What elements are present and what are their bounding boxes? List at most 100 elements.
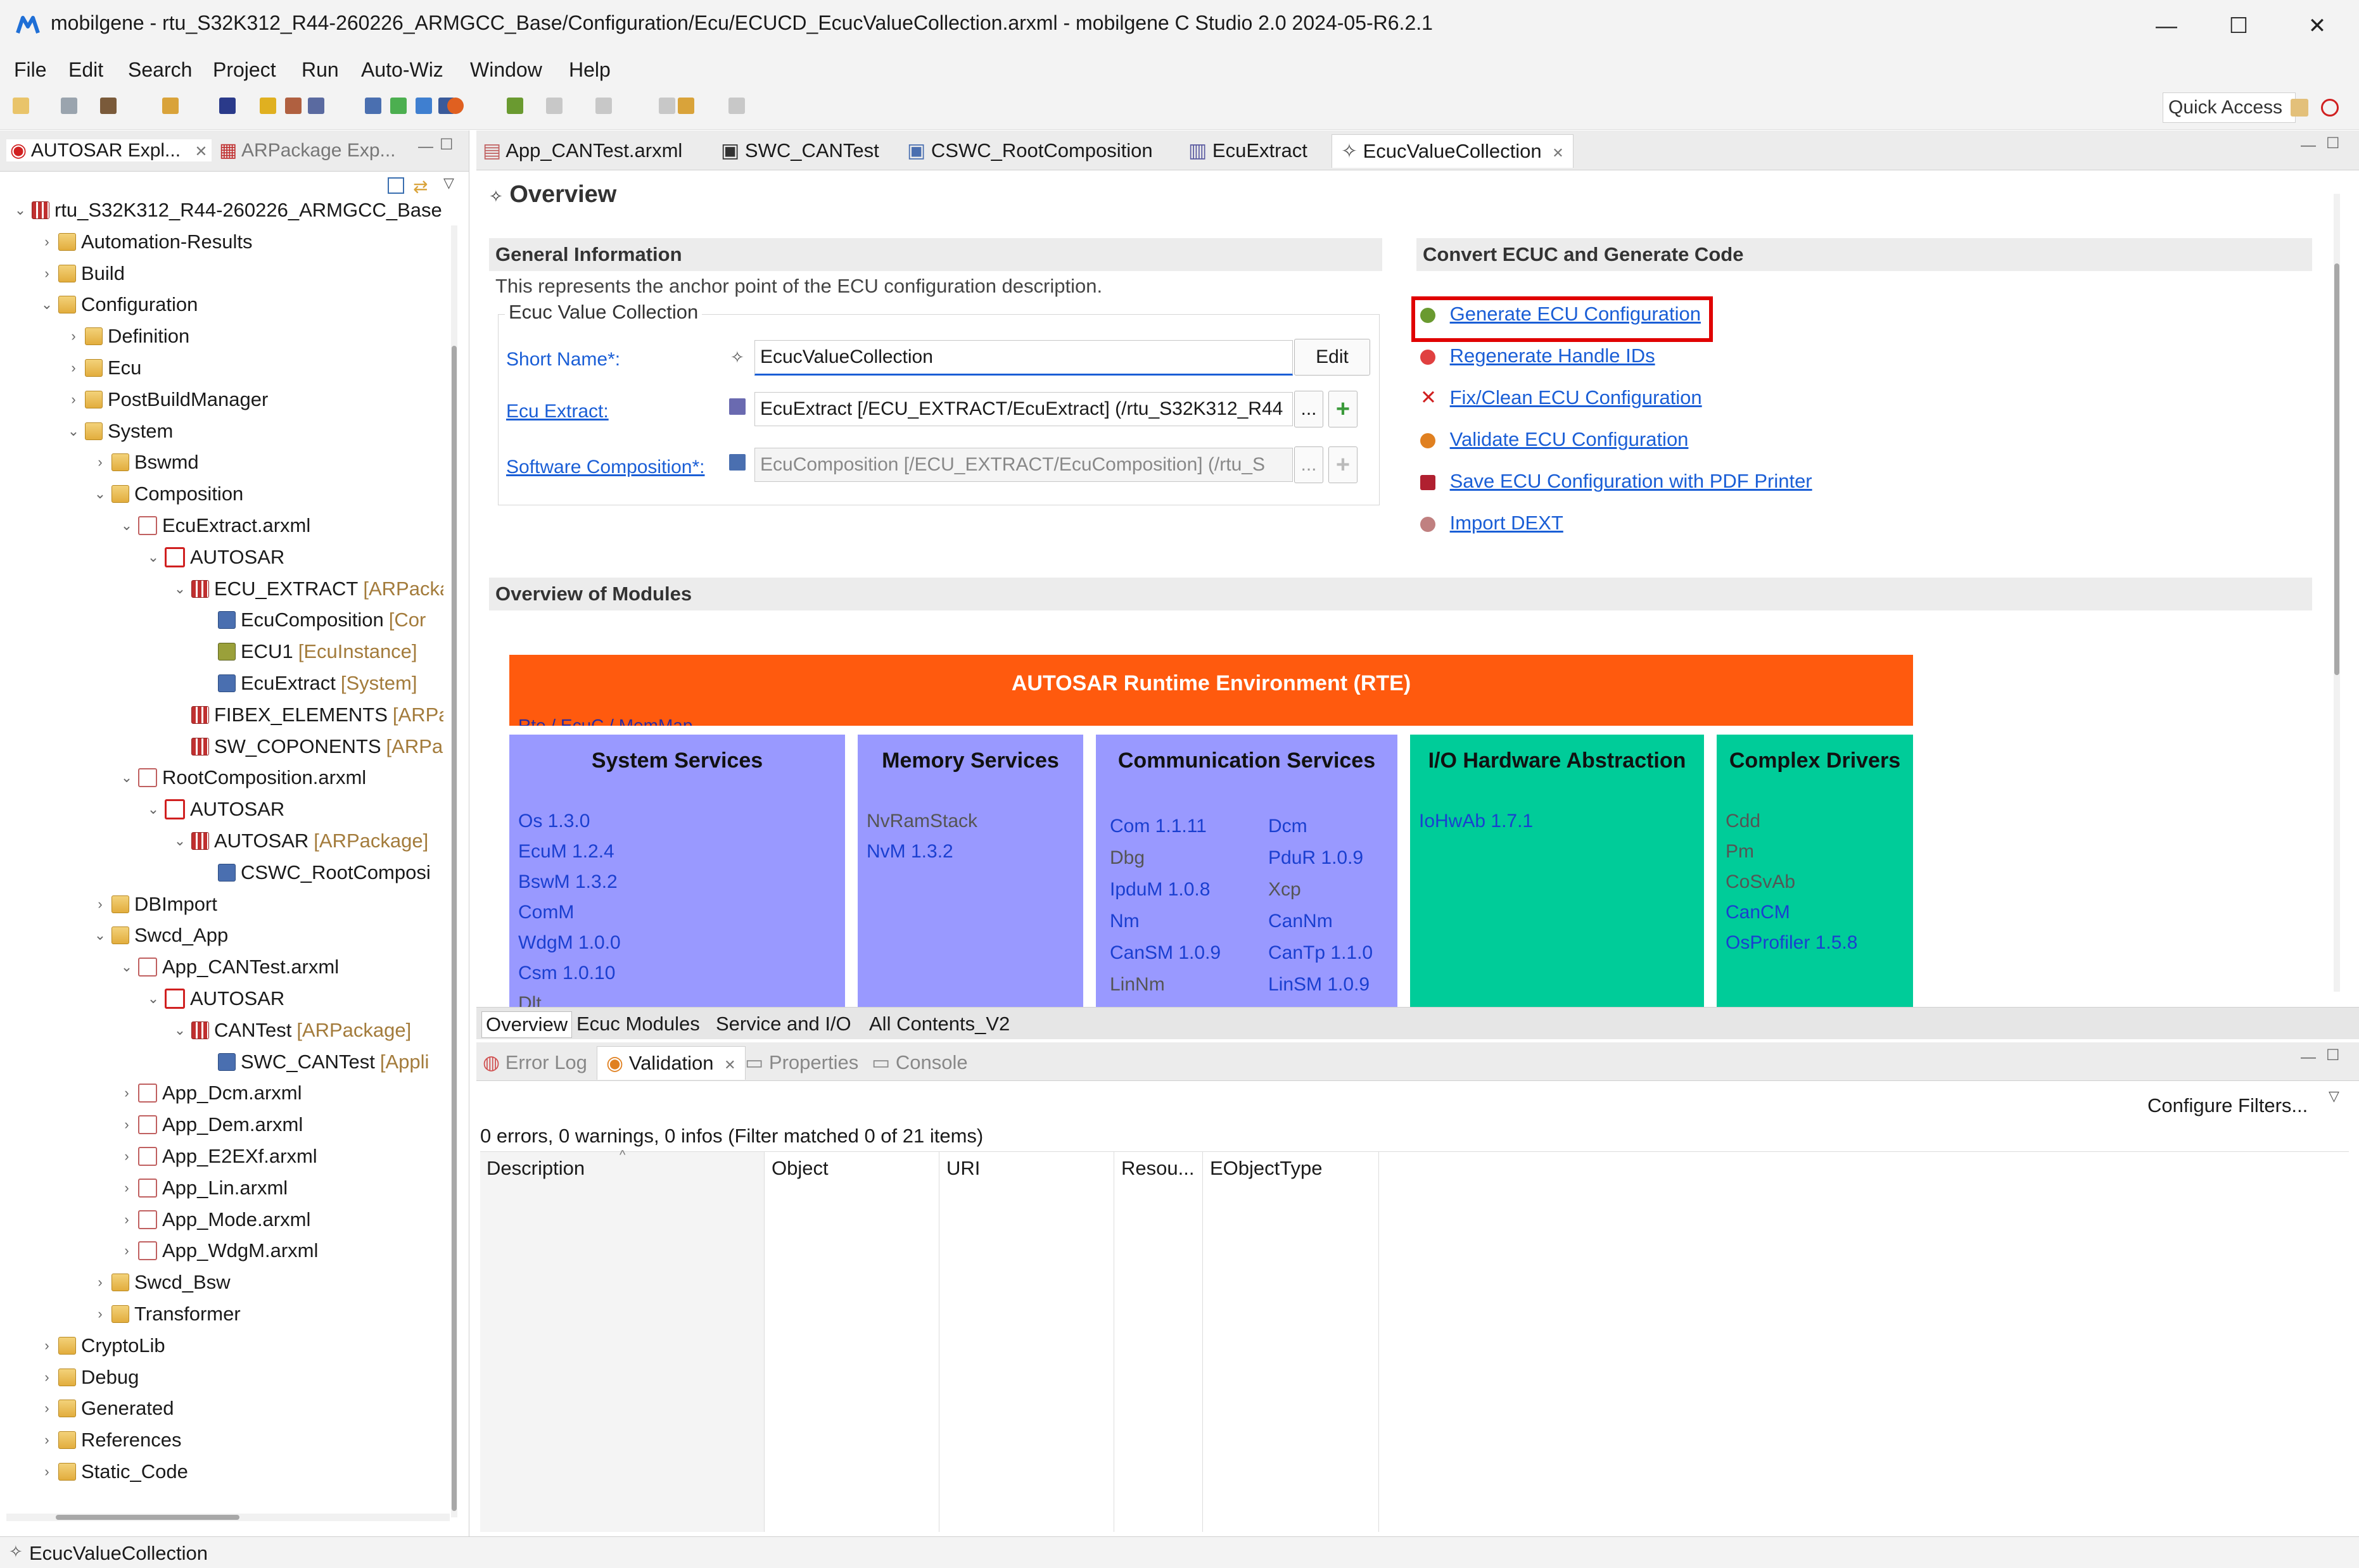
tab-app-cantest[interactable]: ▤ App_CANTest.arxml xyxy=(483,139,682,162)
tree-item[interactable]: ⌄ AUTOSAR xyxy=(146,543,285,571)
short-name-input[interactable]: EcucValueCollection xyxy=(754,340,1293,376)
editor-scrollbar-thumb[interactable] xyxy=(2334,263,2339,675)
menu-file[interactable]: File xyxy=(14,58,47,82)
tree-item[interactable]: › PostBuildManager xyxy=(66,386,268,414)
tree-item[interactable]: ⌄ AUTOSAR [ARPackage] xyxy=(172,827,428,855)
expanded-icon[interactable]: ⌄ xyxy=(92,927,108,944)
tree-item[interactable]: ⌄ ECU_EXTRACT [ARPacka xyxy=(172,575,443,603)
collapsed-icon[interactable]: › xyxy=(92,1274,108,1291)
collapsed-icon[interactable]: › xyxy=(92,896,108,913)
build-icon[interactable] xyxy=(100,98,117,114)
collapsed-icon[interactable]: › xyxy=(119,1148,134,1165)
tree-item[interactable]: › App_Dcm.arxml xyxy=(119,1079,302,1107)
rte-block[interactable]: AUTOSAR Runtime Environment (RTE) Rte / … xyxy=(509,655,1913,726)
maximize-lower-icon[interactable]: ☐ xyxy=(2326,1046,2340,1065)
tree-item[interactable]: ⌄ RootComposition.arxml xyxy=(119,764,366,792)
minimize-lower-icon[interactable]: — xyxy=(2301,1049,2316,1066)
vertical-scrollbar[interactable] xyxy=(451,225,457,1517)
ecu-extract-field[interactable]: EcuExtract [/ECU_EXTRACT/EcuExtract] (/r… xyxy=(754,392,1293,426)
module-pdur[interactable]: PduR 1.0.9 xyxy=(1268,847,1363,869)
tree-item[interactable]: › App_Mode.arxml xyxy=(119,1206,310,1234)
tab-properties[interactable]: ▭ Properties xyxy=(745,1051,858,1074)
tree-item[interactable]: SW_COPONENTS [ARPa xyxy=(172,733,443,761)
tree-item[interactable]: EcuExtract [System] xyxy=(199,669,417,697)
module-cosvab[interactable]: CoSvAb xyxy=(1726,871,1795,893)
tree-item[interactable]: › CryptoLib xyxy=(39,1332,165,1360)
tree-item[interactable]: ⌄ Composition xyxy=(92,480,244,508)
module-dcm[interactable]: Dcm xyxy=(1268,816,1307,837)
expanded-icon[interactable]: ⌄ xyxy=(146,801,161,818)
expanded-icon[interactable]: ⌄ xyxy=(146,549,161,566)
menu-edit[interactable]: Edit xyxy=(68,58,103,82)
tree-item[interactable]: ⌄ App_CANTest.arxml xyxy=(119,953,339,981)
collapsed-icon[interactable]: › xyxy=(119,1116,134,1133)
terminal-icon[interactable] xyxy=(219,98,236,114)
communication-services-block[interactable]: Communication Services Com 1.1.11 Dbg Ip… xyxy=(1096,735,1397,1007)
module-com[interactable]: Com 1.1.11 xyxy=(1110,816,1207,837)
collapsed-icon[interactable]: › xyxy=(92,454,108,471)
panel-icon[interactable] xyxy=(390,98,407,114)
module-comm[interactable]: ComM xyxy=(518,902,574,923)
expanded-icon[interactable]: ⌄ xyxy=(172,833,188,849)
tree-item[interactable]: › App_Dem.arxml xyxy=(119,1111,303,1139)
editor-vertical-scrollbar[interactable] xyxy=(2334,194,2340,992)
maximize-button[interactable]: ☐ xyxy=(2201,6,2277,46)
tree-item[interactable]: › References xyxy=(39,1426,181,1454)
software-composition-browse-button[interactable]: ... xyxy=(1294,446,1323,483)
tree-item[interactable]: ECU1 [EcuInstance] xyxy=(199,638,417,666)
view-menu-icon[interactable]: ▽ xyxy=(2329,1088,2339,1104)
close-tab-icon[interactable]: ✕ xyxy=(1552,145,1563,161)
tree-item[interactable]: › App_E2EXf.arxml xyxy=(119,1142,317,1170)
expanded-icon[interactable]: ⌄ xyxy=(92,486,108,502)
vertical-scrollbar-thumb[interactable] xyxy=(452,346,457,1511)
tree-item[interactable]: SWC_CANTest [Appli xyxy=(199,1048,429,1076)
collapsed-icon[interactable]: › xyxy=(39,1432,54,1448)
module-ecum[interactable]: EcuM 1.2.4 xyxy=(518,841,614,863)
view-menu-icon[interactable]: ▽ xyxy=(443,175,454,191)
tree-item[interactable]: CSWC_RootComposi xyxy=(199,859,431,887)
tab-swc-cantest[interactable]: ▣ SWC_CANTest xyxy=(721,139,879,162)
expanded-icon[interactable]: ⌄ xyxy=(119,959,134,975)
collapsed-icon[interactable]: › xyxy=(66,360,81,376)
tab-cswc-rootcomposition[interactable]: ▣ CSWC_RootComposition xyxy=(907,139,1153,162)
column-eobjecttype[interactable]: EObjectType xyxy=(1205,1152,1379,1532)
ecu-extract-add-button[interactable]: + xyxy=(1328,391,1358,427)
tab-console[interactable]: ▭ Console xyxy=(872,1051,968,1074)
edit-icon[interactable] xyxy=(285,98,302,114)
collapsed-icon[interactable]: › xyxy=(119,1242,134,1259)
module-cdd[interactable]: Cdd xyxy=(1726,811,1760,832)
tree-item[interactable]: ⌄ System xyxy=(66,417,174,445)
close-tab-icon[interactable]: ✕ xyxy=(724,1057,735,1073)
expanded-icon[interactable]: ⌄ xyxy=(172,581,188,597)
module-ipdum[interactable]: IpduM 1.0.8 xyxy=(1110,879,1210,901)
regenerate-handle-ids-row[interactable]: Regenerate Handle IDs xyxy=(1420,345,1655,367)
tree-item[interactable]: › Definition xyxy=(66,322,189,350)
collapsed-icon[interactable]: › xyxy=(39,234,54,250)
minimize-editor-icon[interactable]: — xyxy=(2301,137,2316,155)
tree-item[interactable]: › DBImport xyxy=(92,890,217,918)
module-iohwab[interactable]: IoHwAb 1.7.1 xyxy=(1419,811,1533,832)
save-pdf-row[interactable]: Save ECU Configuration with PDF Printer xyxy=(1420,470,1812,493)
column-header-description[interactable]: Description xyxy=(486,1157,585,1180)
tab-validation[interactable]: ◉ Validation ✕ xyxy=(597,1046,746,1080)
expanded-icon[interactable]: ⌄ xyxy=(172,1022,188,1039)
short-name-label[interactable]: Short Name*: xyxy=(506,349,620,370)
tree-item[interactable]: ⌄ CANTest [ARPackage] xyxy=(172,1016,411,1044)
page-tab-service-io[interactable]: Service and I/O xyxy=(712,1011,855,1037)
tab-error-log[interactable]: ◍ Error Log xyxy=(483,1051,587,1074)
expanded-icon[interactable]: ⌄ xyxy=(119,769,134,786)
collapsed-icon[interactable]: › xyxy=(119,1211,134,1228)
module-icon[interactable] xyxy=(365,98,381,114)
back-icon[interactable] xyxy=(659,98,675,114)
edit-button[interactable]: Edit xyxy=(1294,339,1370,376)
tree-item[interactable]: › Bswmd xyxy=(92,448,198,476)
tree-item[interactable]: ⌄ EcuExtract.arxml xyxy=(119,512,311,540)
import-dext-row[interactable]: Import DEXT xyxy=(1420,512,1563,534)
software-composition-field[interactable]: EcuComposition [/ECU_EXTRACT/EcuComposit… xyxy=(754,448,1293,482)
tree-item[interactable]: FIBEX_ELEMENTS[ARPa xyxy=(172,701,443,729)
maximize-editor-icon[interactable]: ☐ xyxy=(2326,134,2340,153)
module-os[interactable]: Os 1.3.0 xyxy=(518,811,590,832)
page-tab-overview[interactable]: Overview xyxy=(481,1011,573,1038)
collapsed-icon[interactable]: › xyxy=(119,1180,134,1196)
module-nm[interactable]: Nm xyxy=(1110,911,1140,932)
